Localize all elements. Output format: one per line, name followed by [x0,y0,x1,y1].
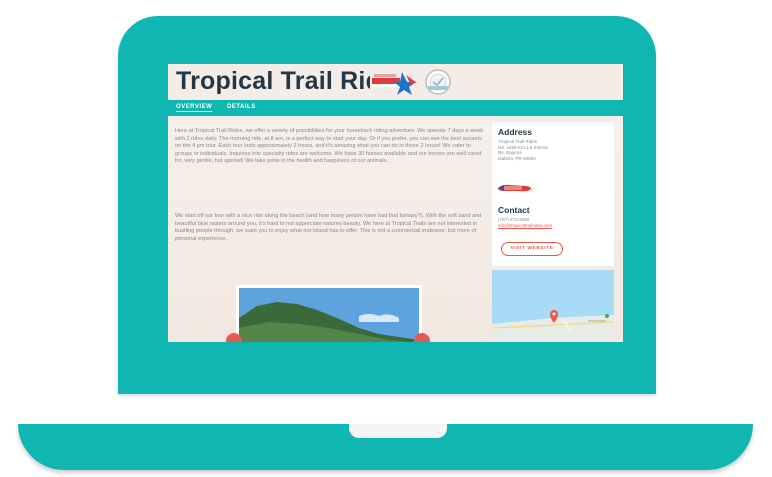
laptop-screen: Tropical Trail Rides OVERVIEW DETAILS He… [168,64,623,342]
address-heading: Address [498,127,533,137]
tab-details[interactable]: DETAILS [227,104,256,110]
address-block: Tropical Trail Rides Rd. 4466 Km 1.8 Int… [498,139,548,161]
site-header: Tropical Trail Rides [168,64,623,100]
visit-website-button[interactable]: VISIT WEBSITE [501,242,563,256]
location-map[interactable] [492,270,614,342]
mountain-coast-image [239,288,419,342]
gallery-photo [239,288,419,342]
email-link[interactable]: info@tropicaltrailrides.com [498,223,552,229]
map-graphic [492,270,614,342]
info-card: Address Tropical Trail Rides Rd. 4466 Km… [492,122,614,266]
tab-overview[interactable]: OVERVIEW [176,104,213,112]
gallery-prev-button[interactable] [226,333,242,342]
overview-paragraph-2: We start off our tour with a nice ride a… [175,213,482,242]
overview-paragraph-1: Here at Tropical Trail Rides, we offer a… [175,128,484,165]
gallery-next-button[interactable] [414,333,430,342]
certification-badge [425,69,451,95]
puerto-rico-tourism-logo [370,68,420,96]
svg-text:✓: ✓ [531,187,534,192]
laptop-notch [349,424,447,438]
contact-heading: Contact [498,205,530,215]
photo-gallery [236,285,422,342]
tab-bar: OVERVIEW DETAILS [168,100,623,116]
address-line: Isabela, PR 00662 [498,155,536,161]
contact-block: (787) 872-9256 info@tropicaltrailrides.c… [498,217,552,228]
puerto-rico-flag-icon: ✓ [498,184,534,192]
